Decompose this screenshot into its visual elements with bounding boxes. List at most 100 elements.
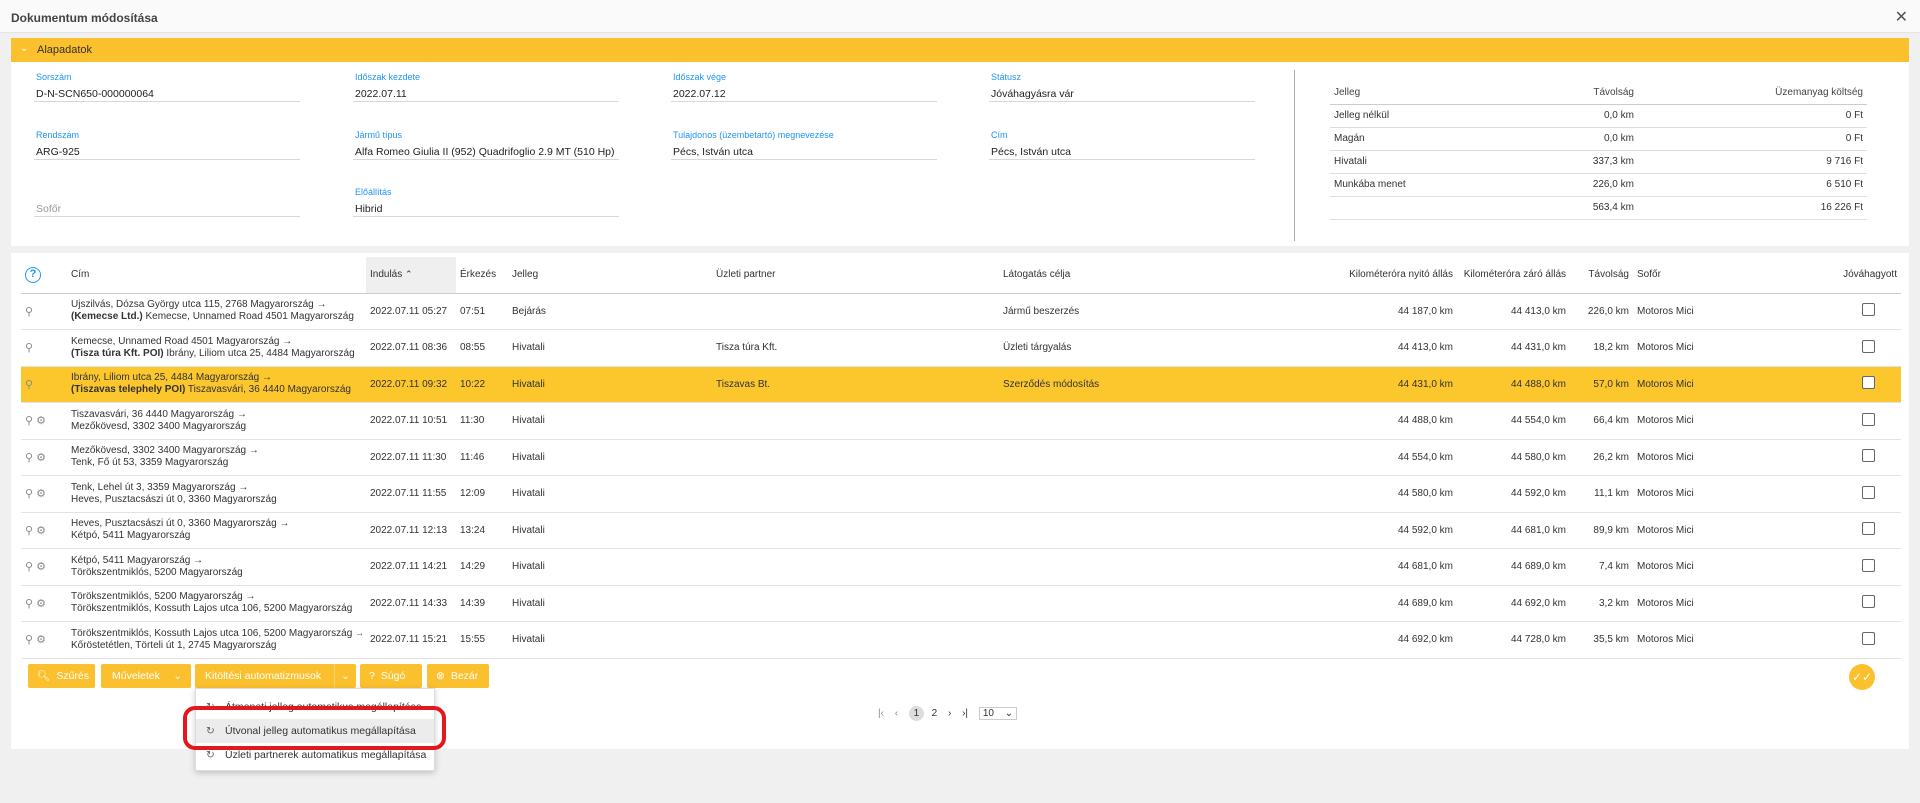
map-pin-icon[interactable]: ⚲	[25, 560, 33, 573]
route-to-poi: (Tiszavas telephely POI)	[71, 384, 186, 396]
gear-icon[interactable]: ⚙	[36, 451, 46, 464]
cell-cim: Tiszavasvári, 36 4440 Magyarország → Mező…	[67, 402, 366, 440]
table-row[interactable]: ⚲ ⚙ Tiszavasvári, 36 4440 Magyarország → Me…	[21, 402, 1901, 440]
statusz-value: Jóváhagyásra vár	[991, 88, 1074, 100]
map-pin-icon[interactable]: ⚲	[25, 597, 33, 610]
route-to-address: Kőröstetétlen, Törteli út 1, 2745 Magyar…	[71, 639, 277, 651]
cell-tavolsag: 7,4 km	[1570, 548, 1633, 586]
approved-checkbox[interactable]	[1862, 522, 1875, 536]
rendszam-field[interactable]: Rendszám ARG-925	[34, 120, 300, 160]
approved-checkbox[interactable]	[1862, 449, 1875, 463]
map-pin-icon[interactable]: ⚲	[25, 378, 33, 391]
map-pin-icon[interactable]: ⚲	[25, 487, 33, 500]
cell-jelleg: Hivatali	[508, 585, 712, 622]
tulajdonos-field[interactable]: Tulajdonos (üzembetartó) megnevezése Péc…	[671, 120, 937, 160]
table-row[interactable]: ⚲ ⚙ Tenk, Lehel út 3, 3359 Magyarország → H…	[21, 475, 1901, 513]
jarmu-tipus-field[interactable]: Jármű típus Alfa Romeo Giulia II (952) Q…	[353, 120, 619, 160]
gear-icon[interactable]: ⚙	[36, 414, 46, 427]
map-pin-icon[interactable]: ⚲	[25, 633, 33, 646]
table-row[interactable]: ⚲ ⚙ Heves, Pusztacsászi út 0, 3360 Magyaro…	[21, 512, 1901, 549]
statusz-field[interactable]: Státusz Jóváhagyásra vár	[989, 62, 1255, 102]
table-row[interactable]: ⚲ ⚙ Mezőkövesd, 3302 3400 Magyarország → Te…	[21, 439, 1901, 476]
map-pin-icon[interactable]: ⚲	[25, 341, 33, 354]
section-header-alapadatok[interactable]: ⌄ Alapadatok	[11, 38, 1909, 62]
cell-cim: Törökszentmiklós, Kossuth Lajos utca 106…	[67, 621, 366, 659]
cell-partner	[712, 548, 999, 586]
page-1[interactable]: 1	[908, 706, 924, 721]
cim-field[interactable]: Cím Pécs, István utca	[989, 120, 1255, 160]
table-row[interactable]: ⚲ ⚙ Kétpó, 5411 Magyarország → Törökszentmi…	[21, 548, 1901, 586]
grid-header-km-zaro[interactable]: Kilométeróra záró állás	[1457, 257, 1570, 294]
section-label: Alapadatok	[37, 44, 93, 56]
map-pin-icon[interactable]: ⚲	[25, 451, 33, 464]
idoszak-vege-field[interactable]: Időszak vége 2022.07.12	[671, 62, 937, 102]
kitoltesi-label: Kitöltési automatizmusok	[205, 670, 322, 682]
approve-all-icon[interactable]: ✓✓	[1849, 664, 1875, 690]
cell-jelleg: Bejárás	[508, 293, 712, 330]
gear-icon[interactable]: ⚙	[36, 597, 46, 610]
kitoltesi-automatizmusok-button[interactable]: Kitöltési automatizmusok ⌄	[195, 664, 356, 688]
cell-jelleg: Hivatali	[508, 548, 712, 586]
table-row[interactable]: ⚲ Kemecse, Unnamed Road 4501 Magyarország…	[21, 329, 1901, 367]
approved-checkbox[interactable]	[1862, 631, 1875, 645]
gear-icon[interactable]: ⚙	[36, 633, 46, 646]
sugo-button[interactable]: ? Súgó	[360, 664, 422, 688]
cell-jelleg: Hivatali	[508, 402, 712, 440]
approved-checkbox[interactable]	[1862, 558, 1875, 572]
prev-page-icon[interactable]: ‹	[895, 708, 898, 719]
table-row[interactable]: ⚲ Ibrány, Liliom utca 25, 4484 Magyarorsz…	[21, 366, 1901, 403]
cell-cel	[999, 402, 1324, 440]
chevron-down-icon[interactable]: ⌄	[334, 664, 356, 688]
cell-tavolsag: 66,4 km	[1570, 402, 1633, 440]
muveletek-button[interactable]: Műveletek ⌄	[101, 664, 191, 688]
cell-icons: ⚲	[21, 293, 67, 330]
gear-icon[interactable]: ⚙	[36, 524, 46, 537]
next-page-icon[interactable]: ›	[948, 708, 951, 719]
page-2[interactable]: 2	[932, 708, 938, 719]
grid-header-km-nyito[interactable]: Kilométeróra nyitó állás	[1324, 257, 1457, 294]
last-page-icon[interactable]: ›|	[962, 708, 968, 719]
cell-tavolsag: 3,2 km	[1570, 585, 1633, 622]
cell-km-zaro: 44 689,0 km	[1457, 548, 1570, 586]
bezar-button[interactable]: ⊗ Bezár	[427, 664, 489, 688]
grid-header-indulas[interactable]: Indulás ⌃	[366, 257, 456, 294]
cell-cim: Kétpó, 5411 Magyarország → Törökszentmikl…	[67, 548, 366, 586]
grid-header-cel[interactable]: Látogatás célja	[999, 257, 1324, 294]
approved-checkbox[interactable]	[1862, 485, 1875, 499]
grid-header-tavolsag[interactable]: Távolság	[1570, 257, 1633, 294]
table-row[interactable]: ⚲ ⚙ Törökszentmiklós, 5200 Magyarország → T…	[21, 585, 1901, 622]
cell-cim: Mezőkövesd, 3302 3400 Magyarország → Tenk…	[67, 439, 366, 476]
cell-partner	[712, 512, 999, 549]
muveletek-label: Műveletek	[112, 670, 160, 682]
grid-header-sofor[interactable]: Sofőr	[1633, 257, 1767, 294]
page-size-select[interactable]: 10 ⌄	[978, 706, 1018, 721]
approved-checkbox[interactable]	[1862, 376, 1875, 390]
map-pin-icon[interactable]: ⚲	[25, 305, 33, 318]
gear-icon[interactable]: ⚙	[36, 560, 46, 573]
sofor-field[interactable]: Sofőr	[34, 177, 300, 217]
szures-button[interactable]: 🔍︎ Szűrés	[28, 664, 95, 688]
approved-checkbox[interactable]	[1862, 339, 1875, 353]
idoszak-kezdete-field[interactable]: Időszak kezdete 2022.07.11	[353, 62, 619, 102]
approved-checkbox[interactable]	[1862, 595, 1875, 609]
route-to: Heves, Pusztacsászi út 0, 3360 Magyarors…	[71, 494, 362, 506]
grid-header-jelleg[interactable]: Jelleg	[508, 257, 712, 294]
help-circle-icon[interactable]: ?	[25, 266, 41, 283]
eloallitas-field[interactable]: Előállítás Hibrid	[353, 177, 619, 217]
first-page-icon[interactable]: |‹	[878, 708, 884, 719]
route-from: Tenk, Lehel út 3, 3359 Magyarország →	[71, 481, 249, 493]
close-icon[interactable]: ✕	[1895, 7, 1908, 27]
map-pin-icon[interactable]: ⚲	[25, 524, 33, 537]
map-pin-icon[interactable]: ⚲	[25, 414, 33, 427]
cell-indulas: 2022.07.11 14:33	[366, 585, 456, 622]
table-row[interactable]: ⚲ Újszilvás, Dózsa György utca 115, 2768 …	[21, 293, 1901, 330]
grid-header-jovahagyott[interactable]: Jóváhagyott	[1767, 257, 1901, 294]
grid-header-cim[interactable]: Cím	[67, 257, 366, 294]
grid-header-erkezes[interactable]: Érkezés	[456, 257, 508, 294]
gear-icon[interactable]: ⚙	[36, 487, 46, 500]
approved-checkbox[interactable]	[1862, 412, 1875, 426]
sorszam-field[interactable]: Sorszám D-N-SCN650-000000064	[34, 62, 300, 102]
table-row[interactable]: ⚲ ⚙ Törökszentmiklós, Kossuth Lajos utca 1…	[21, 621, 1901, 659]
approved-checkbox[interactable]	[1862, 303, 1875, 317]
grid-header-partner[interactable]: Üzleti partner	[712, 257, 999, 294]
